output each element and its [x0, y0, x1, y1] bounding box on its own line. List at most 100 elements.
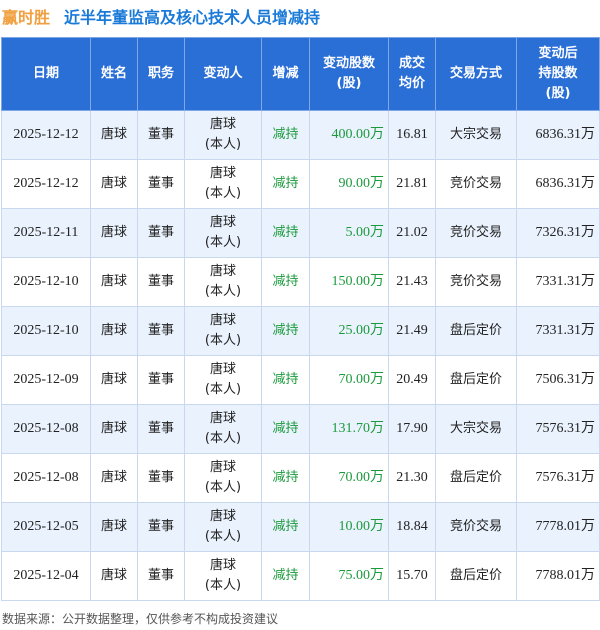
cell-col-name: 唐球: [90, 551, 138, 601]
table-row: 2025-12-08 唐球 董事 唐球 (本人) 减持 70.00万 21.30 盘后定价 757…: [1, 453, 600, 503]
header-col-person: 变动人: [184, 37, 262, 111]
cell-col-position: 董事: [137, 404, 185, 454]
cell-col-date: 2025-12-08: [1, 404, 91, 454]
cell-col-position: 董事: [137, 306, 185, 356]
cell-col-avg-price: 21.81: [388, 159, 436, 209]
table-body: 2025-12-12 唐球 董事 唐球 (本人) 减持 400.00万 16.81 大宗交易 68…: [1, 110, 600, 601]
cell-col-shares-after: 7778.01万: [516, 502, 600, 552]
table-row: 2025-12-08 唐球 董事 唐球 (本人) 减持 131.70万 17.90 大宗交易 75…: [1, 404, 600, 454]
cell-col-shares-changed: 10.00万: [309, 502, 389, 552]
title-bar: 赢时胜 近半年董监高及核心技术人员增减持: [0, 0, 600, 32]
cell-col-person: 唐球 (本人): [184, 208, 262, 258]
cell-col-avg-price: 17.90: [388, 404, 436, 454]
cell-col-person: 唐球 (本人): [184, 159, 262, 209]
cell-col-shares-after: 6836.31万: [516, 110, 600, 160]
cell-col-avg-price: 20.49: [388, 355, 436, 405]
cell-col-trade-method: 盘后定价: [435, 453, 517, 503]
cell-col-change-type: 减持: [261, 502, 310, 552]
table-row: 2025-12-05 唐球 董事 唐球 (本人) 减持 10.00万 18.84 竞价交易 777…: [1, 502, 600, 552]
cell-col-name: 唐球: [90, 502, 138, 552]
header-col-avg-price: 成交 均价: [388, 37, 436, 111]
cell-col-avg-price: 21.43: [388, 257, 436, 307]
table-row: 2025-12-12 唐球 董事 唐球 (本人) 减持 90.00万 21.81 竞价交易 683…: [1, 159, 600, 209]
cell-col-avg-price: 18.84: [388, 502, 436, 552]
cell-col-change-type: 减持: [261, 257, 310, 307]
cell-col-shares-after: 6836.31万: [516, 159, 600, 209]
cell-col-position: 董事: [137, 159, 185, 209]
cell-col-date: 2025-12-05: [1, 502, 91, 552]
cell-col-shares-after: 7331.31万: [516, 306, 600, 356]
cell-col-name: 唐球: [90, 257, 138, 307]
cell-col-change-type: 减持: [261, 404, 310, 454]
header-col-date: 日期: [1, 37, 91, 111]
page-title: 近半年董监高及核心技术人员增减持: [64, 8, 321, 27]
cell-col-shares-changed: 150.00万: [309, 257, 389, 307]
cell-col-position: 董事: [137, 551, 185, 601]
cell-col-name: 唐球: [90, 453, 138, 503]
table-header-row: 日期 姓名 职务 变动人 增减 变动股数 (股) 成交 均价 交易方式 变动后 持股数 (股): [1, 37, 600, 111]
header-col-trade-method: 交易方式: [435, 37, 517, 111]
data-source-note: 数据来源：公开数据整理，仅供参考不构成投资建议: [2, 612, 279, 626]
cell-col-shares-after: 7788.01万: [516, 551, 600, 601]
table-row: 2025-12-11 唐球 董事 唐球 (本人) 减持 5.00万 21.02 竞价交易 7326…: [1, 208, 600, 258]
header-col-name: 姓名: [90, 37, 138, 111]
cell-col-position: 董事: [137, 110, 185, 160]
cell-col-trade-method: 竞价交易: [435, 208, 517, 258]
cell-col-shares-changed: 25.00万: [309, 306, 389, 356]
cell-col-avg-price: 21.30: [388, 453, 436, 503]
table-row: 2025-12-04 唐球 董事 唐球 (本人) 减持 75.00万 15.70 盘后定价 778…: [1, 551, 600, 601]
cell-col-shares-changed: 70.00万: [309, 453, 389, 503]
cell-col-change-type: 减持: [261, 306, 310, 356]
cell-col-avg-price: 15.70: [388, 551, 436, 601]
cell-col-person: 唐球 (本人): [184, 404, 262, 454]
cell-col-shares-after: 7576.31万: [516, 453, 600, 503]
cell-col-change-type: 减持: [261, 159, 310, 209]
cell-col-name: 唐球: [90, 355, 138, 405]
cell-col-avg-price: 16.81: [388, 110, 436, 160]
cell-col-change-type: 减持: [261, 551, 310, 601]
cell-col-trade-method: 大宗交易: [435, 404, 517, 454]
cell-col-name: 唐球: [90, 110, 138, 160]
stock-name[interactable]: 赢时胜: [2, 4, 50, 28]
cell-col-date: 2025-12-10: [1, 257, 91, 307]
cell-col-date: 2025-12-09: [1, 355, 91, 405]
cell-col-person: 唐球 (本人): [184, 306, 262, 356]
header-col-position: 职务: [137, 37, 185, 111]
table-row: 2025-12-12 唐球 董事 唐球 (本人) 减持 400.00万 16.81 大宗交易 68…: [1, 110, 600, 160]
cell-col-trade-method: 竞价交易: [435, 159, 517, 209]
header-col-shares-changed: 变动股数 (股): [309, 37, 389, 111]
cell-col-trade-method: 竞价交易: [435, 257, 517, 307]
header-col-change-type: 增减: [261, 37, 310, 111]
cell-col-shares-changed: 400.00万: [309, 110, 389, 160]
cell-col-person: 唐球 (本人): [184, 257, 262, 307]
cell-col-date: 2025-12-12: [1, 110, 91, 160]
cell-col-trade-method: 大宗交易: [435, 110, 517, 160]
cell-col-date: 2025-12-12: [1, 159, 91, 209]
cell-col-name: 唐球: [90, 404, 138, 454]
cell-col-avg-price: 21.02: [388, 208, 436, 258]
cell-col-trade-method: 盘后定价: [435, 306, 517, 356]
cell-col-trade-method: 盘后定价: [435, 355, 517, 405]
cell-col-trade-method: 竞价交易: [435, 502, 517, 552]
cell-col-shares-changed: 5.00万: [309, 208, 389, 258]
cell-col-trade-method: 盘后定价: [435, 551, 517, 601]
cell-col-date: 2025-12-11: [1, 208, 91, 258]
cell-col-change-type: 减持: [261, 453, 310, 503]
insider-trading-table: 日期 姓名 职务 变动人 增减 变动股数 (股) 成交 均价 交易方式 变动后 持股数 (股) 2025…: [1, 37, 600, 601]
cell-col-shares-after: 7506.31万: [516, 355, 600, 405]
cell-col-position: 董事: [137, 208, 185, 258]
cell-col-change-type: 减持: [261, 355, 310, 405]
cell-col-position: 董事: [137, 355, 185, 405]
cell-col-shares-after: 7576.31万: [516, 404, 600, 454]
cell-col-person: 唐球 (本人): [184, 453, 262, 503]
cell-col-person: 唐球 (本人): [184, 551, 262, 601]
cell-col-shares-after: 7331.31万: [516, 257, 600, 307]
cell-col-avg-price: 21.49: [388, 306, 436, 356]
table-row: 2025-12-10 唐球 董事 唐球 (本人) 减持 25.00万 21.49 盘后定价 733…: [1, 306, 600, 356]
cell-col-shares-changed: 90.00万: [309, 159, 389, 209]
cell-col-position: 董事: [137, 453, 185, 503]
cell-col-position: 董事: [137, 502, 185, 552]
cell-col-person: 唐球 (本人): [184, 502, 262, 552]
cell-col-name: 唐球: [90, 208, 138, 258]
cell-col-name: 唐球: [90, 306, 138, 356]
